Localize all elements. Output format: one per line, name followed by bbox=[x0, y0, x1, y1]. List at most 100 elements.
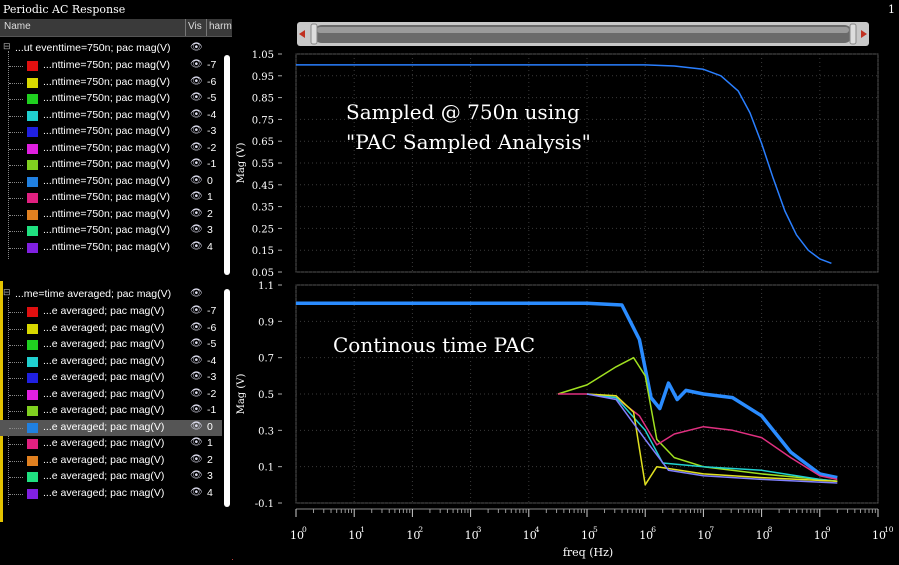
chart-annotation: Continous time PAC bbox=[333, 333, 535, 357]
tree-branch bbox=[9, 214, 23, 216]
color-swatch bbox=[27, 488, 38, 499]
harmonic-value: -2 bbox=[207, 387, 217, 400]
signal-row[interactable]: ...nttime=750n; pac mag(V) 👁 0 bbox=[0, 174, 222, 190]
signal-row[interactable]: ...e averaged; pac mag(V) 👁 -1 bbox=[0, 403, 222, 419]
signal-row[interactable]: ...nttime=750n; pac mag(V) 👁 3 bbox=[0, 223, 222, 239]
tree2-scrollbar[interactable] bbox=[224, 289, 230, 507]
visibility-eye-icon[interactable]: 👁 bbox=[190, 175, 203, 186]
tree1-scrollbar[interactable] bbox=[224, 55, 230, 275]
y-tick-label: 0.7 bbox=[258, 354, 274, 365]
column-harm[interactable]: harm bbox=[209, 21, 232, 32]
signal-row[interactable]: ...e averaged; pac mag(V) 👁 3 bbox=[0, 469, 222, 485]
signal-name: ...nttime=750n; pac mag(V) bbox=[43, 240, 170, 253]
visibility-eye-icon[interactable]: 👁 bbox=[190, 371, 203, 382]
color-swatch bbox=[27, 160, 38, 170]
tree-branch bbox=[9, 115, 23, 117]
visibility-eye-icon[interactable]: 👁 bbox=[190, 241, 203, 252]
signal-row[interactable]: ...nttime=750n; pac mag(V) 👁 -6 bbox=[0, 75, 222, 91]
signal-row[interactable]: ...e averaged; pac mag(V) 👁 4 bbox=[0, 486, 222, 502]
visibility-eye-icon[interactable]: 👁 bbox=[190, 224, 203, 235]
tree-group-header[interactable]: ⊟ ...ut eventtime=750n; pac mag(V) 👁 bbox=[0, 41, 222, 57]
signal-name: ...nttime=750n; pac mag(V) bbox=[43, 158, 170, 170]
visibility-eye-icon[interactable]: 👁 bbox=[190, 421, 203, 432]
visibility-eye-icon[interactable]: 👁 bbox=[190, 470, 203, 481]
visibility-eye-icon[interactable]: 👁 bbox=[190, 59, 203, 70]
signal-name: ...e averaged; pac mag(V) bbox=[43, 453, 165, 466]
visibility-eye-icon[interactable]: 👁 bbox=[190, 388, 203, 399]
signal-row[interactable]: ...e averaged; pac mag(V) 👁 -3 bbox=[0, 370, 222, 386]
visibility-eye-icon[interactable]: 👁 bbox=[190, 404, 203, 415]
visibility-eye-icon[interactable]: 👁 bbox=[190, 142, 203, 153]
visibility-eye-icon[interactable]: 👁 bbox=[190, 288, 203, 299]
visibility-eye-icon[interactable]: 👁 bbox=[190, 322, 203, 333]
visibility-eye-icon[interactable]: 👁 bbox=[190, 454, 203, 465]
signal-row[interactable]: ...e averaged; pac mag(V) 👁 0 bbox=[0, 419, 222, 436]
zoom-scrollbar[interactable] bbox=[297, 22, 869, 46]
signal-row[interactable]: ...e averaged; pac mag(V) 👁 -4 bbox=[0, 354, 222, 370]
visibility-eye-icon[interactable]: 👁 bbox=[190, 76, 203, 87]
signal-row[interactable]: ...nttime=750n; pac mag(V) 👁 -5 bbox=[0, 91, 222, 107]
visibility-eye-icon[interactable]: 👁 bbox=[190, 338, 203, 349]
group-label: ...ut eventtime=750n; pac mag(V) bbox=[15, 42, 171, 54]
signal-row[interactable]: ...nttime=750n; pac mag(V) 👁 -1 bbox=[0, 157, 222, 173]
signal-row[interactable]: ...e averaged; pac mag(V) 👁 2 bbox=[0, 453, 222, 469]
column-name[interactable]: Name bbox=[4, 21, 31, 32]
color-swatch bbox=[27, 242, 38, 253]
column-divider[interactable] bbox=[206, 19, 207, 36]
visibility-eye-icon[interactable]: 👁 bbox=[190, 208, 203, 219]
signal-row[interactable]: ...e averaged; pac mag(V) 👁 -5 bbox=[0, 337, 222, 353]
signal-row[interactable]: ...nttime=750n; pac mag(V) 👁 -2 bbox=[0, 141, 222, 157]
x-axis-label: freq (Hz) bbox=[563, 546, 613, 559]
signal-row[interactable]: ...e averaged; pac mag(V) 👁 1 bbox=[0, 436, 222, 452]
signal-row[interactable]: ...nttime=750n; pac mag(V) 👁 2 bbox=[0, 207, 222, 223]
tree-group-eventtime: ⊟ ...ut eventtime=750n; pac mag(V) 👁 ...ntt… bbox=[0, 37, 232, 289]
visibility-eye-icon[interactable]: 👁 bbox=[190, 437, 203, 448]
visibility-eye-icon[interactable]: 👁 bbox=[190, 125, 203, 136]
signal-name: ...e averaged; pac mag(V) bbox=[43, 470, 165, 482]
tree-branch bbox=[9, 82, 23, 84]
color-swatch bbox=[27, 61, 38, 71]
signal-row[interactable]: ...e averaged; pac mag(V) 👁 -2 bbox=[0, 387, 222, 403]
plot-area: 1.05 0.95 0.85 0.75 0.65 0.55 0.45 0.35 0.25 0.15… bbox=[233, 19, 899, 560]
harmonic-value: 1 bbox=[207, 191, 213, 203]
visibility-eye-icon[interactable]: 👁 bbox=[190, 92, 203, 103]
color-swatch bbox=[27, 143, 38, 154]
harmonic-value: -3 bbox=[207, 371, 217, 383]
harmonic-value: 0 bbox=[207, 174, 213, 187]
signal-row[interactable]: ...e averaged; pac mag(V) 👁 -6 bbox=[0, 321, 222, 337]
signal-row[interactable]: ...nttime=750n; pac mag(V) 👁 -4 bbox=[0, 108, 222, 124]
visibility-eye-icon[interactable]: 👁 bbox=[190, 42, 203, 53]
signal-row[interactable]: ...nttime=750n; pac mag(V) 👁 -3 bbox=[0, 124, 222, 140]
visibility-eye-icon[interactable]: 👁 bbox=[190, 109, 203, 120]
x-tick-exponent: 8 bbox=[768, 525, 773, 534]
visibility-eye-icon[interactable]: 👁 bbox=[190, 355, 203, 366]
column-divider[interactable] bbox=[185, 19, 186, 36]
signal-name: ...nttime=750n; pac mag(V) bbox=[43, 224, 170, 236]
signal-row[interactable]: ...nttime=750n; pac mag(V) 👁 1 bbox=[0, 190, 222, 206]
chart-annotation: Sampled @ 750n using bbox=[346, 100, 580, 124]
signal-row[interactable]: ...nttime=750n; pac mag(V) 👁 4 bbox=[0, 240, 222, 256]
x-tick-exponent: 1 bbox=[360, 525, 365, 534]
x-tick-exponent: 4 bbox=[535, 525, 540, 534]
visibility-eye-icon[interactable]: 👁 bbox=[190, 158, 203, 169]
column-vis[interactable]: Vis bbox=[188, 21, 202, 32]
window-number: 1 bbox=[888, 3, 895, 16]
harmonic-value: 1 bbox=[207, 437, 213, 449]
signal-row[interactable]: ...e averaged; pac mag(V) 👁 -7 bbox=[0, 304, 222, 320]
color-swatch bbox=[27, 193, 38, 203]
signal-name: ...nttime=750n; pac mag(V) bbox=[43, 141, 170, 154]
harmonic-value: -3 bbox=[207, 125, 217, 137]
color-swatch bbox=[27, 389, 38, 400]
tree-group-header[interactable]: ⊟ ...me=time averaged; pac mag(V) 👁 bbox=[0, 287, 222, 303]
visibility-eye-icon[interactable]: 👁 bbox=[190, 305, 203, 316]
y-tick-label: 0.95 bbox=[252, 72, 274, 83]
color-swatch bbox=[27, 356, 38, 367]
y-tick-label: 1.1 bbox=[258, 281, 274, 292]
y-tick-label: 0.05 bbox=[252, 268, 274, 279]
signal-row[interactable]: ...nttime=750n; pac mag(V) 👁 -7 bbox=[0, 58, 222, 74]
visibility-eye-icon[interactable]: 👁 bbox=[190, 191, 203, 202]
signal-tree-panel: Name Vis harm ⊟ ...ut eventtime=750n; pac… bbox=[0, 19, 232, 560]
color-swatch bbox=[27, 422, 38, 433]
visibility-eye-icon[interactable]: 👁 bbox=[190, 487, 203, 498]
harmonic-value: -4 bbox=[207, 108, 217, 121]
